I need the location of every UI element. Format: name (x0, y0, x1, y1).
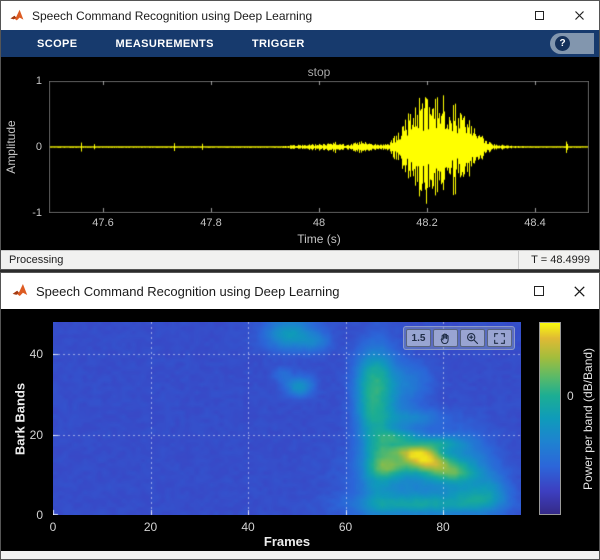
y-tick-label: 20 (30, 428, 43, 442)
figure-window-controls (519, 273, 599, 309)
x-tick-label: 48 (313, 217, 325, 229)
x-tick-label: 48.2 (416, 217, 437, 229)
y-tick-label: 1 (36, 75, 42, 87)
time-display: T = 48.4999 (518, 251, 599, 269)
tab-scope[interactable]: SCOPE (23, 30, 92, 57)
tab-measurements[interactable]: MEASUREMENTS (102, 30, 228, 57)
screen: Speech Command Recognition using Deep Le… (0, 0, 600, 560)
scope-plot-area: stop Amplitude 10-1 47.647.84848.248.4 T… (1, 57, 599, 250)
pan-hand-icon (439, 332, 452, 345)
figure-canvas-area: 1.5 0 20 40 0 20 40 60 80 Frames Bark Bands 0 … (1, 309, 599, 551)
spectrogram-canvas[interactable] (53, 322, 521, 515)
scope-window-title: Speech Command Recognition using Deep Le… (32, 9, 312, 23)
waveform-plot-canvas[interactable] (49, 81, 589, 213)
x-tick-label: 60 (339, 520, 352, 534)
brush-size-button[interactable]: 1.5 (406, 329, 431, 347)
scope-status-bar: Processing T = 48.4999 (1, 250, 599, 269)
zoom-in-button[interactable] (460, 329, 485, 347)
question-mark-icon: ? (555, 36, 570, 51)
y-tick-label: -1 (32, 207, 42, 219)
y-tick-label: 0 (36, 508, 43, 522)
scope-y-tick-labels: 10-1 (1, 81, 45, 213)
x-tick-label: 80 (436, 520, 449, 534)
scope-titlebar[interactable]: Speech Command Recognition using Deep Le… (1, 1, 599, 30)
scope-toolstrip: SCOPE MEASUREMENTS TRIGGER ? (1, 30, 599, 57)
spectrogram-y-axis-label: Bark Bands (9, 322, 31, 515)
figure-window: Speech Command Recognition using Deep Le… (0, 272, 600, 560)
x-tick-label: 47.8 (200, 217, 221, 229)
pan-button[interactable] (433, 329, 458, 347)
x-tick-label: 40 (241, 520, 254, 534)
scope-window-controls (519, 1, 599, 30)
maximize-icon (534, 286, 544, 296)
scope-plot-title: stop (49, 65, 589, 79)
x-tick-label: 48.4 (524, 217, 545, 229)
colorbar (539, 322, 561, 515)
help-button[interactable]: ? (550, 33, 594, 54)
scope-maximize-button[interactable] (519, 1, 559, 30)
x-tick-label: 0 (50, 520, 57, 534)
spectrogram-x-axis-label: Frames (53, 534, 521, 549)
y-tick-label: 40 (30, 347, 43, 361)
zoom-in-icon (466, 332, 479, 345)
scope-close-button[interactable] (559, 1, 599, 30)
y-tick-label: 0 (36, 141, 42, 153)
close-icon (573, 285, 586, 298)
maximize-icon (535, 11, 544, 20)
matlab-logo-icon (9, 8, 25, 24)
figure-close-button[interactable] (559, 273, 599, 309)
x-tick-label: 47.6 (92, 217, 113, 229)
scope-window: Speech Command Recognition using Deep Le… (0, 0, 600, 270)
close-icon (574, 10, 585, 21)
spectrogram-x-tick-labels: 0 20 40 60 80 (53, 520, 521, 534)
tab-trigger[interactable]: TRIGGER (238, 30, 319, 57)
matlab-logo-icon (11, 282, 29, 300)
scope-x-axis-label: Time (s) (49, 232, 589, 246)
restore-view-button[interactable] (487, 329, 512, 347)
figure-bottom-strip (1, 551, 599, 559)
scope-x-tick-labels: 47.6 47.8 48 48.2 48.4 (49, 217, 589, 231)
figure-maximize-button[interactable] (519, 273, 559, 309)
colorbar-axis-label: Power per band (dB/Band) (578, 322, 598, 515)
figure-titlebar[interactable]: Speech Command Recognition using Deep Le… (1, 273, 599, 309)
x-tick-label: 20 (144, 520, 157, 534)
processing-status: Processing (1, 254, 63, 266)
figure-window-title: Speech Command Recognition using Deep Le… (36, 284, 340, 299)
axes-toolbar: 1.5 (403, 326, 515, 350)
restore-view-icon (493, 332, 506, 345)
colorbar-tick-label: 0 (567, 389, 574, 403)
